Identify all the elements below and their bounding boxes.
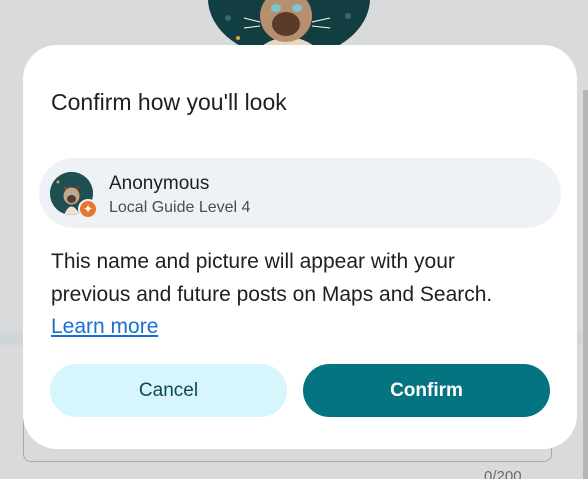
description-text: This name and picture will appear with y… bbox=[51, 250, 493, 306]
local-guide-star-icon: ✦ bbox=[78, 199, 98, 219]
identity-card: ✦ Anonymous Local Guide Level 4 bbox=[39, 158, 561, 228]
confirm-button[interactable]: Confirm bbox=[303, 364, 550, 417]
cancel-button[interactable]: Cancel bbox=[50, 364, 287, 417]
learn-more-link[interactable]: Learn more bbox=[51, 315, 158, 338]
dialog-description: This name and picture will appear with y… bbox=[51, 246, 531, 344]
dialog-title: Confirm how you'll look bbox=[51, 89, 287, 115]
character-counter: 0/200 bbox=[484, 468, 522, 479]
confirm-identity-dialog: Confirm how you'll look ✦ Anonymous Loca… bbox=[23, 45, 577, 449]
local-guide-level: Local Guide Level 4 bbox=[109, 199, 251, 216]
scrollbar[interactable] bbox=[583, 90, 588, 479]
identity-name: Anonymous bbox=[109, 173, 210, 194]
